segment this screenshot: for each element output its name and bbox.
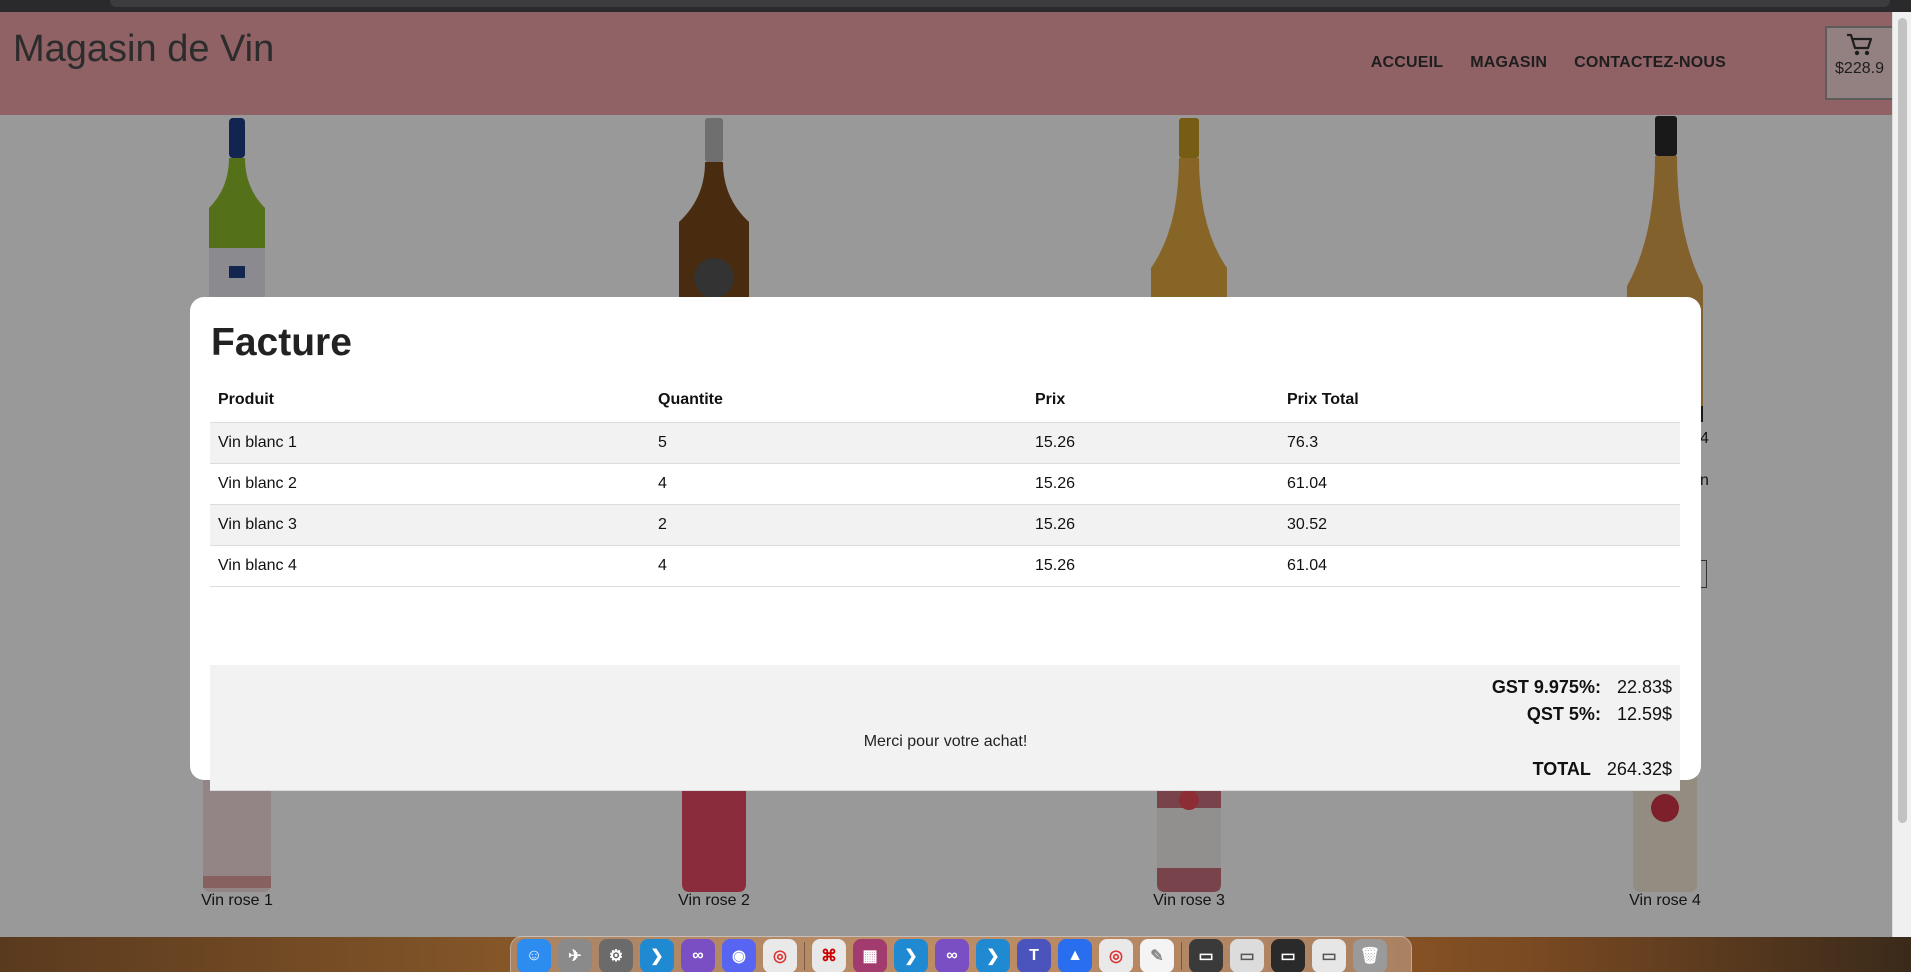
col-produit: Produit: [210, 378, 650, 423]
invoice-totals: GST 9.975%: 22.83$ QST 5%: 12.59$ TOTAL …: [210, 665, 1680, 791]
teams-icon[interactable]: T: [1017, 939, 1051, 972]
cell-prix: 15.26: [1027, 545, 1279, 587]
gst-value: 22.83$: [1616, 677, 1672, 697]
invoice-table: Produit Quantite Prix Prix Total Vin bla…: [210, 378, 1680, 587]
table-row: Vin blanc 3 2 15.26 30.52: [210, 504, 1680, 546]
dock-separator: [1181, 942, 1182, 970]
discord-icon[interactable]: ◉: [722, 939, 756, 972]
total-value: 264.32$: [1606, 759, 1672, 779]
cell-produit: Vin blanc 1: [210, 422, 650, 464]
cell-quantite: 5: [650, 422, 1027, 464]
chrome-icon[interactable]: ◎: [1099, 939, 1133, 972]
cell-prix-total: 61.04: [1279, 463, 1680, 505]
cell-quantite: 4: [650, 463, 1027, 505]
chrome-icon[interactable]: ◎: [763, 939, 797, 972]
col-prix: Prix: [1027, 378, 1279, 423]
invoice-modal: Facture Produit Quantite Prix Prix Total…: [190, 297, 1701, 791]
rar-icon[interactable]: ▦: [853, 939, 887, 972]
launchpad-icon[interactable]: ✈: [558, 939, 592, 972]
vscode-icon[interactable]: ❯: [894, 939, 928, 972]
table-row: Vin blanc 2 4 15.26 61.04: [210, 463, 1680, 505]
total-line: TOTAL 264.32$: [1533, 759, 1672, 780]
window-icon[interactable]: ▭: [1230, 939, 1264, 972]
cell-prix: 15.26: [1027, 504, 1279, 546]
thank-you-message: Merci pour votre achat!: [863, 733, 1028, 750]
window-icon[interactable]: ▭: [1189, 939, 1223, 972]
macos-dock: ☺ ✈ ⚙ ❯ ∞ ◉ ◎ ⌘ ▦ ❯ ∞ ❯ T ▲ ◎ ✎ ▭ ▭ ▭ ▭ …: [510, 936, 1412, 972]
table-row: Vin blanc 4 4 15.26 61.04: [210, 545, 1680, 587]
cell-produit: Vin blanc 4: [210, 545, 650, 587]
cell-quantite: 4: [650, 545, 1027, 587]
gst-label: GST 9.975%:: [1491, 677, 1601, 697]
browser-tab-strip: [110, 0, 1890, 7]
invoice-title: Facture: [211, 321, 352, 364]
scrollbar-thumb[interactable]: [1898, 18, 1907, 823]
cell-produit: Vin blanc 2: [210, 463, 650, 505]
cell-prix-total: 30.52: [1279, 504, 1680, 546]
finder-icon[interactable]: ☺: [517, 939, 551, 972]
visual-studio-icon[interactable]: ∞: [681, 939, 715, 972]
col-prix-total: Prix Total: [1279, 378, 1680, 423]
cell-prix-total: 76.3: [1279, 422, 1680, 464]
vscode-icon[interactable]: ❯: [976, 939, 1010, 972]
qst-value: 12.59$: [1616, 704, 1672, 724]
cell-prix: 15.26: [1027, 422, 1279, 464]
vscode-icon[interactable]: ❯: [640, 939, 674, 972]
dock-separator: [804, 942, 805, 970]
acrobat-icon[interactable]: ⌘: [812, 939, 846, 972]
total-label: TOTAL: [1532, 759, 1591, 779]
page-viewport: Magasin de Vin ACCUEIL MAGASIN CONTACTEZ…: [0, 12, 1892, 937]
settings-icon[interactable]: ⚙: [599, 939, 633, 972]
qst-label: QST 5%:: [1526, 704, 1601, 724]
col-quantite: Quantite: [650, 378, 1027, 423]
cell-prix: 15.26: [1027, 463, 1279, 505]
nordvpn-icon[interactable]: ▲: [1058, 939, 1092, 972]
browser-chrome: [0, 0, 1911, 12]
visual-studio-icon[interactable]: ∞: [935, 939, 969, 972]
window-icon[interactable]: ▭: [1271, 939, 1305, 972]
cell-prix-total: 61.04: [1279, 545, 1680, 587]
page-scrollbar[interactable]: [1892, 12, 1911, 937]
textedit-icon[interactable]: ✎: [1140, 939, 1174, 972]
table-header-row: Produit Quantite Prix Prix Total: [210, 378, 1680, 423]
cell-quantite: 2: [650, 504, 1027, 546]
qst-line: QST 5%: 12.59$: [1527, 704, 1672, 725]
gst-line: GST 9.975%: 22.83$: [1492, 677, 1672, 698]
trash-icon[interactable]: 🗑: [1353, 939, 1387, 972]
window-icon[interactable]: ▭: [1312, 939, 1346, 972]
cell-produit: Vin blanc 3: [210, 504, 650, 546]
table-row: Vin blanc 1 5 15.26 76.3: [210, 422, 1680, 464]
